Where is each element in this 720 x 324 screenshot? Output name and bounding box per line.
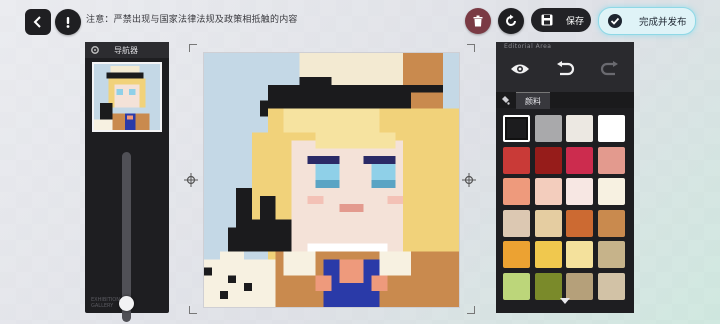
paint-bucket-icon <box>502 96 510 105</box>
toggle-visibility-button[interactable] <box>501 54 539 84</box>
color-swatch[interactable] <box>566 272 593 300</box>
color-swatch[interactable] <box>597 115 625 142</box>
palette-tab-row: 颜料 <box>496 92 634 109</box>
back-button[interactable] <box>25 9 51 35</box>
publish-label: 完成并发布 <box>639 17 687 28</box>
navigator-panel: 导航器 EXHIBITION GALLERY <box>85 42 169 322</box>
check-circle-icon <box>608 14 622 28</box>
delete-button[interactable] <box>465 8 491 34</box>
color-swatch[interactable] <box>534 241 562 268</box>
color-swatch[interactable] <box>503 272 530 300</box>
policy-notice: 注意：严禁出现与国家法律法规及政策相抵触的内容 <box>86 15 298 25</box>
color-swatch[interactable] <box>566 241 593 268</box>
color-swatch[interactable] <box>597 146 625 174</box>
crosshair-handle-left[interactable] <box>184 173 198 187</box>
editorial-panel: Editorial Area 颜料 <box>496 42 634 313</box>
canvas-corner-mark <box>189 306 197 314</box>
crosshair-handle-right[interactable] <box>462 173 476 187</box>
drawing-canvas[interactable] <box>204 53 459 307</box>
color-swatch[interactable] <box>534 178 562 205</box>
color-swatch[interactable] <box>534 272 562 300</box>
color-swatch[interactable] <box>534 146 562 174</box>
color-swatch[interactable] <box>566 209 593 237</box>
eye-icon <box>511 64 529 74</box>
refresh-button[interactable] <box>498 8 524 34</box>
undo-icon <box>557 61 575 76</box>
navigator-header: 导航器 <box>85 42 169 58</box>
watermark-line-2: GALLERY <box>91 303 114 309</box>
color-swatch[interactable] <box>503 115 530 142</box>
navigator-thumbnail[interactable] <box>92 62 162 132</box>
redo-icon <box>600 61 618 76</box>
trash-icon <box>473 15 483 27</box>
color-swatch[interactable] <box>503 146 530 174</box>
gear-icon <box>91 46 99 54</box>
color-swatch[interactable] <box>503 209 530 237</box>
editorial-area-label: Editorial Area <box>504 43 552 50</box>
color-swatch[interactable] <box>566 178 593 205</box>
editorial-toolbar: Editorial Area <box>496 42 634 92</box>
undo-button[interactable] <box>546 54 584 84</box>
chevron-down-icon[interactable] <box>560 298 570 305</box>
alert-button[interactable] <box>55 9 81 35</box>
color-swatch[interactable] <box>503 178 530 205</box>
color-swatch[interactable] <box>597 178 625 205</box>
tab-palette[interactable]: 颜料 <box>516 92 550 109</box>
save-label: 保存 <box>566 16 585 27</box>
exclamation-icon <box>66 17 70 28</box>
color-swatch[interactable] <box>597 272 625 300</box>
chevron-left-icon <box>33 16 41 28</box>
color-swatch[interactable] <box>597 241 625 268</box>
redo-button[interactable] <box>591 54 629 84</box>
color-swatch[interactable] <box>566 146 593 174</box>
canvas-corner-mark <box>467 306 475 314</box>
refresh-icon <box>506 14 516 26</box>
canvas-corner-mark <box>467 44 475 52</box>
save-button[interactable]: 保存 <box>531 8 591 32</box>
color-swatch[interactable] <box>534 209 562 237</box>
color-swatch[interactable] <box>503 241 530 268</box>
pixel-artwork <box>204 53 459 307</box>
color-swatch[interactable] <box>597 209 625 237</box>
gallery-watermark: EXHIBITION GALLERY <box>91 297 131 309</box>
floppy-icon <box>541 14 553 26</box>
canvas-corner-mark <box>189 44 197 52</box>
color-swatch[interactable] <box>534 115 562 142</box>
publish-button[interactable]: 完成并发布 <box>598 7 696 35</box>
color-swatch[interactable] <box>566 115 593 142</box>
tab-palette-label: 颜料 <box>525 96 541 106</box>
artwork-thumbnail <box>94 64 160 130</box>
navigator-title: 导航器 <box>114 45 138 55</box>
